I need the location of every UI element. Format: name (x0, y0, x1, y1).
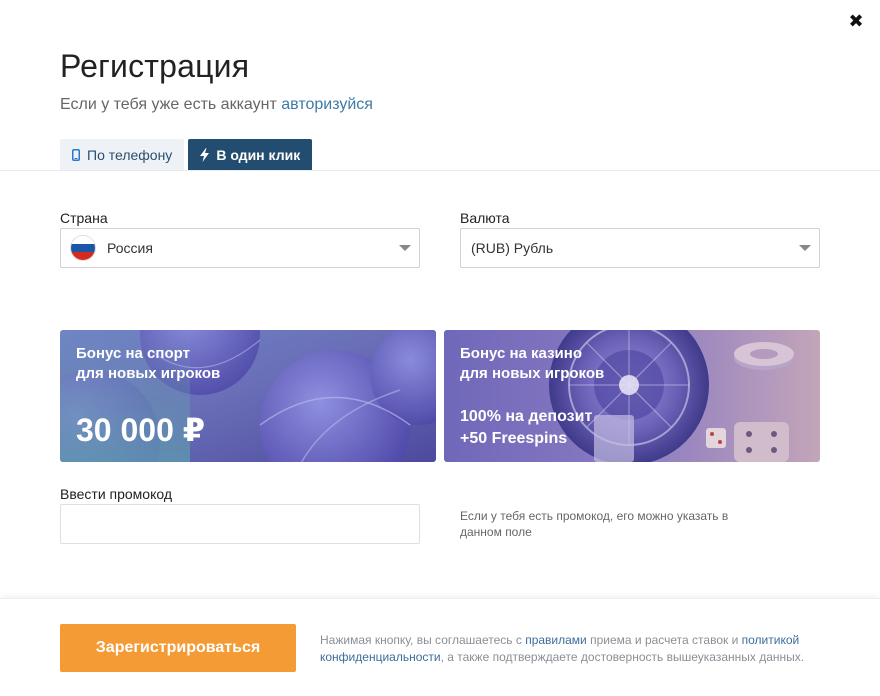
country-select[interactable]: Россия (60, 228, 420, 268)
legal-text-part1: Нажимая кнопку, вы соглашаетесь с (320, 633, 526, 647)
country-value: Россия (107, 240, 153, 256)
legal-text-part3: , а также подтверждаете достоверность вы… (440, 650, 805, 664)
promo-hint: Если у тебя есть промокод, его можно ука… (460, 509, 729, 539)
login-link[interactable]: авторизуйся (281, 96, 373, 113)
tab-one-click[interactable]: В один клик (188, 139, 313, 171)
promo-label: Ввести промокод (60, 486, 173, 502)
tab-by-phone[interactable]: По телефону (60, 139, 185, 171)
page-title: Регистрация (60, 48, 250, 84)
phone-icon (72, 149, 80, 161)
registration-tabs: По телефону В один клик (60, 139, 313, 171)
legal-text: Нажимая кнопку, вы соглашаетесь с правил… (320, 632, 840, 666)
russia-flag-icon (71, 236, 95, 260)
subtitle: Если у тебя уже есть аккаунт авторизуйся (60, 96, 373, 114)
registration-modal: ✖ Регистрация Если у тебя уже есть аккау… (0, 0, 880, 696)
casino-bonus-line1: Бонус на казино (460, 345, 582, 362)
promo-code-input[interactable] (60, 504, 420, 544)
lightning-icon (200, 148, 210, 162)
register-button[interactable]: Зарегистрироваться (60, 624, 296, 672)
chevron-down-icon (799, 245, 811, 251)
casino-bonus-offer1: 100% на депозит (460, 408, 593, 425)
sport-bonus-line1: Бонус на спорт (76, 345, 190, 362)
tab-by-phone-label: По телефону (87, 147, 173, 163)
casino-bonus-offer2: +50 Freespins (460, 430, 568, 447)
currency-value: (RUB) Рубль (471, 240, 554, 256)
tab-one-click-label: В один клик (216, 147, 301, 163)
sport-bonus-banner[interactable]: Бонус на спорт для новых игроков 30 000 … (60, 330, 436, 462)
country-label: Страна (60, 210, 108, 226)
casino-bonus-line2: для новых игроков (460, 365, 605, 382)
chevron-down-icon (399, 245, 411, 251)
sport-bonus-line2: для новых игроков (76, 365, 221, 382)
currency-label: Валюта (460, 210, 510, 226)
rules-link[interactable]: правилами (525, 633, 587, 647)
casino-bonus-banner[interactable]: Бонус на казино для новых игроков 100% н… (444, 330, 820, 462)
divider (0, 170, 880, 171)
sport-bonus-amount: 30 000 ₽ (76, 412, 206, 448)
subtitle-text: Если у тебя уже есть аккаунт (60, 96, 282, 113)
legal-text-part2: приема и расчета ставок и (586, 633, 742, 647)
currency-select[interactable]: (RUB) Рубль (460, 228, 820, 268)
close-icon[interactable]: ✖ (847, 12, 865, 30)
